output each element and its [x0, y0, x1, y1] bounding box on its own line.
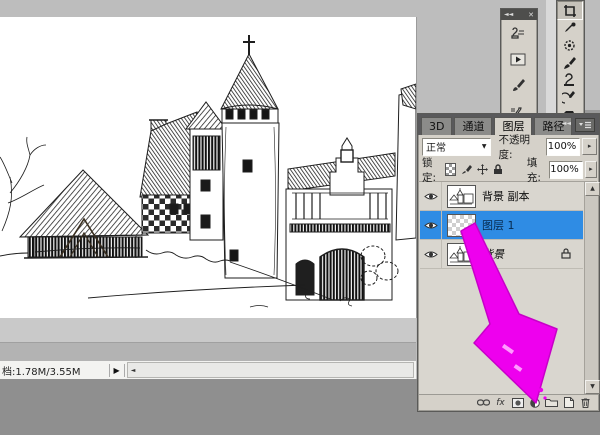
castle-sketch-artwork — [0, 17, 416, 318]
actions-play-icon[interactable] — [501, 46, 535, 72]
document-size-readout: 档:1.78M/3.55M — [0, 363, 81, 378]
close-dock-icon[interactable]: ✕ — [528, 11, 534, 19]
document-canvas[interactable] — [0, 17, 417, 318]
layer-thumbnail[interactable] — [447, 243, 476, 266]
dock-gap — [546, 0, 556, 115]
tab-3d[interactable]: 3D — [421, 117, 452, 135]
layer-name: 背景 — [482, 246, 504, 262]
fill-spinner-icon[interactable]: ▸ — [585, 161, 597, 178]
layers-panel: 3D 通道 图层 路径 ◄◄ 正常 ▼ 不透明度: 100% ▸ 锁定: — [417, 113, 600, 412]
layer-name: 图层 1 — [482, 217, 515, 233]
brush-tool-icon[interactable] — [557, 54, 581, 71]
visibility-eye-icon[interactable] — [420, 240, 442, 268]
blend-mode-select[interactable]: 正常 ▼ — [422, 138, 491, 156]
healing-tool-icon[interactable] — [557, 37, 581, 54]
panel-dock-strip: ◄◄ ✕ — [500, 8, 538, 120]
lock-transparency-icon[interactable] — [445, 163, 456, 176]
blend-mode-value: 正常 — [426, 139, 446, 154]
layer-thumbnail[interactable] — [447, 185, 476, 208]
layer-row-background[interactable]: 背景 — [420, 240, 583, 269]
status-menu-button[interactable]: ▶ — [109, 364, 125, 377]
history-brush-tool-icon[interactable] — [557, 88, 581, 105]
new-group-icon[interactable] — [543, 396, 560, 409]
layer-style-icon[interactable]: fx — [492, 396, 509, 409]
brush-panel-icon[interactable] — [501, 72, 535, 98]
layer-row-background-copy[interactable]: 背景 副本 — [420, 182, 583, 211]
tab-channels[interactable]: 通道 — [454, 117, 492, 135]
adjustment-layer-icon[interactable] — [526, 396, 543, 409]
document-scroll-gutter — [0, 342, 416, 362]
visibility-eye-icon[interactable] — [420, 211, 442, 239]
link-layers-icon[interactable] — [475, 396, 492, 409]
stamp-tool-icon[interactable] — [557, 71, 581, 88]
fill-label: 填充: — [527, 155, 546, 185]
dock-strip-header: ◄◄ ✕ — [501, 9, 537, 20]
horizontal-scrollbar[interactable]: ◄ — [127, 362, 414, 378]
opacity-value[interactable]: 100% — [546, 138, 580, 156]
scroll-up-icon[interactable]: ▲ — [585, 182, 600, 196]
add-mask-icon[interactable] — [509, 396, 526, 409]
scroll-left-icon[interactable]: ◄ — [128, 367, 139, 374]
lock-position-icon[interactable] — [477, 164, 488, 175]
panel-bottom-bar: fx — [419, 394, 598, 410]
collapse-dock-icon[interactable]: ◄◄ — [504, 11, 513, 18]
lock-pixels-icon[interactable] — [461, 164, 472, 175]
lock-label: 锁定: — [422, 155, 441, 185]
layer-list-scrollbar[interactable]: ▲ ▼ — [584, 182, 598, 394]
scroll-down-icon[interactable]: ▼ — [585, 380, 600, 394]
photoshop-window: 档:1.78M/3.55M ▶ ◄ ◄◄ ✕ — [0, 0, 600, 435]
eyedropper-tool-icon[interactable] — [557, 20, 581, 37]
layer-row-layer1[interactable]: 图层 1 — [420, 211, 583, 240]
visibility-eye-icon[interactable] — [420, 182, 442, 210]
status-bar: 档:1.78M/3.55M ▶ ◄ — [0, 361, 416, 380]
opacity-spinner-icon[interactable]: ▸ — [582, 138, 597, 155]
clone-source-icon[interactable] — [501, 20, 535, 46]
lock-all-icon[interactable] — [493, 164, 503, 175]
crop-tool-icon[interactable] — [557, 1, 583, 20]
blend-mode-dropdown-icon[interactable]: ▼ — [482, 143, 487, 150]
pasteboard — [0, 318, 416, 342]
layer-list: 背景 副本 图层 1 背景 — [419, 182, 598, 394]
tools-palette — [556, 0, 585, 120]
background-lock-icon — [561, 248, 571, 259]
layer-name: 背景 副本 — [482, 188, 530, 204]
delete-layer-icon[interactable] — [577, 396, 594, 409]
panel-menu-icon[interactable] — [575, 118, 595, 132]
panel-collapse-icon[interactable]: ◄◄ — [562, 120, 571, 127]
layer-thumbnail[interactable] — [447, 214, 476, 237]
fill-value[interactable]: 100% — [549, 161, 583, 179]
new-layer-icon[interactable] — [560, 396, 577, 409]
